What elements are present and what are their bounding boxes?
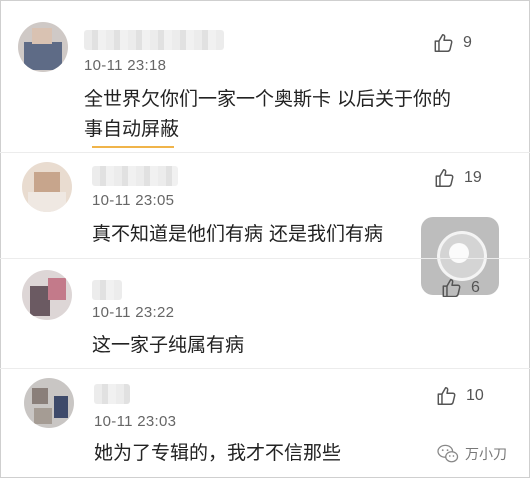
avatar[interactable] [18,22,68,72]
divider [0,152,530,153]
comment-time: 10-11 23:03 [94,413,177,430]
comment-text: 这一家子纯属有病 [92,334,245,356]
thumbs-up-icon [437,387,456,405]
avatar[interactable] [22,162,72,212]
avatar[interactable] [22,270,72,320]
like-button[interactable]: 19 [434,166,482,190]
like-count: 6 [471,279,480,296]
like-button[interactable]: 9 [433,31,472,55]
username-blurred[interactable] [94,384,130,404]
thumbs-up-icon [435,169,454,187]
comment-text: 她为了专辑的，我才不信那些 [94,442,342,464]
thumbs-up-icon [442,279,461,297]
circle-dot [449,243,469,263]
divider [0,368,530,369]
divider [0,258,530,259]
avatar[interactable] [24,378,74,428]
thumbs-up-icon [434,34,453,52]
accent-underline [92,146,174,148]
watermark-text: 万小刀 [465,447,507,463]
comment-time: 10-11 23:05 [92,192,175,209]
like-button[interactable]: 6 [441,276,480,300]
like-count: 19 [464,169,482,186]
like-count: 10 [466,387,484,404]
like-button[interactable]: 10 [436,384,484,408]
like-count: 9 [463,34,472,51]
comment-time: 10-11 23:22 [92,304,175,321]
comment-time: 10-11 23:18 [84,57,167,74]
wechat-icon [437,444,459,463]
comment-text-line1: 全世界欠你们一家一个奥斯卡 以后关于你的 [84,88,452,110]
username-blurred[interactable] [92,280,122,300]
username-blurred[interactable] [84,30,224,50]
username-blurred[interactable] [92,166,178,186]
comment-text-line2: 事自动屏蔽 [84,118,180,140]
comment-text: 真不知道是他们有病 还是我们有病 [92,223,384,245]
watermark: 万小刀 [437,442,507,466]
